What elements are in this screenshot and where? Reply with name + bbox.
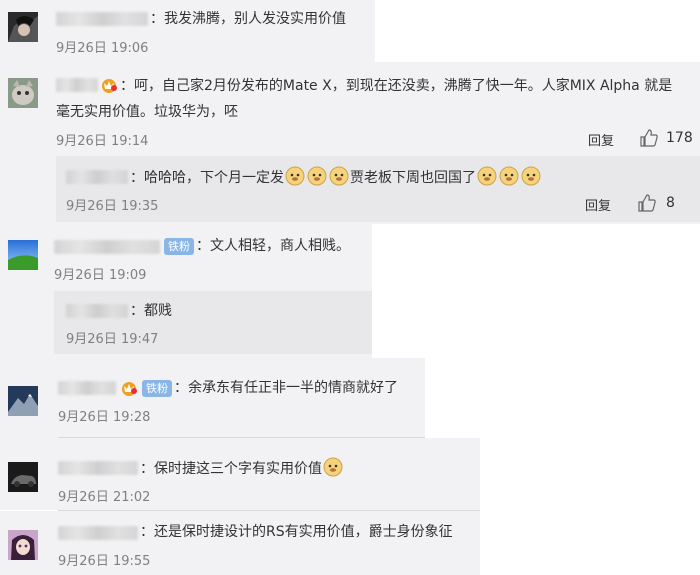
reply-button[interactable]: 回复	[588, 130, 614, 149]
reply-text-part: 贾老板下周也回国了	[350, 170, 476, 186]
comment-date: 9月26日 19:55	[58, 554, 151, 569]
username[interactable]	[58, 526, 138, 540]
thumbs-up-icon[interactable]	[640, 129, 658, 147]
like-count: 8	[666, 195, 675, 211]
avatar-image	[8, 78, 38, 108]
reply-date: 9月26日 19:35	[66, 199, 159, 214]
avatar[interactable]	[8, 386, 38, 416]
doge-emoji-icon	[323, 457, 343, 477]
reply-date: 9月26日 19:47	[66, 332, 159, 347]
reply-text: ：都贱	[130, 303, 172, 319]
doge-emoji-icon	[329, 166, 349, 186]
avatar[interactable]	[8, 530, 38, 560]
doge-emoji-icon	[285, 166, 305, 186]
thumbs-up-icon[interactable]	[638, 194, 656, 212]
comment-text: ：我发沸腾，别人发没实用价值	[150, 11, 346, 27]
comment-text: ：还是保时捷设计的RS有实用价值，爵士身份象征	[140, 524, 453, 540]
avatar[interactable]	[8, 78, 38, 108]
avatar[interactable]	[8, 462, 38, 492]
username[interactable]	[58, 461, 138, 475]
fan-badge[interactable]: 铁粉	[142, 380, 172, 397]
comment-text: ：文人相轻，商人相贱。	[196, 238, 350, 254]
comment-date: 9月26日 19:14	[56, 134, 149, 149]
doge-emoji-icon	[477, 166, 497, 186]
username[interactable]	[56, 78, 98, 92]
comment-text: ：余承东有任正非一半的情商就好了	[174, 380, 398, 396]
comment-text-part: ：保时捷这三个字有实用价值	[140, 461, 322, 477]
comment-text-cont: 毫无实用价值。垃圾华为，呸	[56, 104, 238, 120]
avatar-image	[8, 462, 38, 492]
fan-badge[interactable]: 铁粉	[164, 238, 194, 255]
reply-text: ：哈哈哈，下个月一定发 贾老板下周也回国了	[130, 166, 542, 188]
comment-text: ：保时捷这三个字有实用价值	[140, 457, 344, 479]
username[interactable]	[66, 170, 128, 184]
reply-button[interactable]: 回复	[585, 195, 611, 214]
username[interactable]	[54, 240, 160, 254]
vip-crown-icon	[102, 79, 117, 93]
avatar-image	[8, 240, 38, 270]
comment-date: 9月26日 19:06	[56, 41, 149, 56]
username[interactable]	[66, 304, 128, 318]
avatar-image	[8, 386, 38, 416]
avatar-image	[8, 530, 38, 560]
username[interactable]	[58, 381, 116, 395]
vip-crown-icon	[122, 382, 137, 396]
comment-date: 9月26日 21:02	[58, 490, 151, 505]
comment-date: 9月26日 19:09	[54, 268, 147, 283]
reply-text-part: ：哈哈哈，下个月一定发	[130, 170, 284, 186]
avatar-image	[8, 12, 38, 42]
doge-emoji-icon	[521, 166, 541, 186]
doge-emoji-icon	[307, 166, 327, 186]
like-count: 178	[666, 130, 693, 146]
comment-card	[0, 358, 425, 438]
avatar[interactable]	[8, 240, 38, 270]
avatar[interactable]	[8, 12, 38, 42]
doge-emoji-icon	[499, 166, 519, 186]
comment-text: ：呵，自己家2月份发布的Mate X，到现在还没卖，沸腾了快一年。人家MIX A…	[120, 78, 673, 94]
username[interactable]	[56, 12, 148, 26]
comment-date: 9月26日 19:28	[58, 410, 151, 425]
